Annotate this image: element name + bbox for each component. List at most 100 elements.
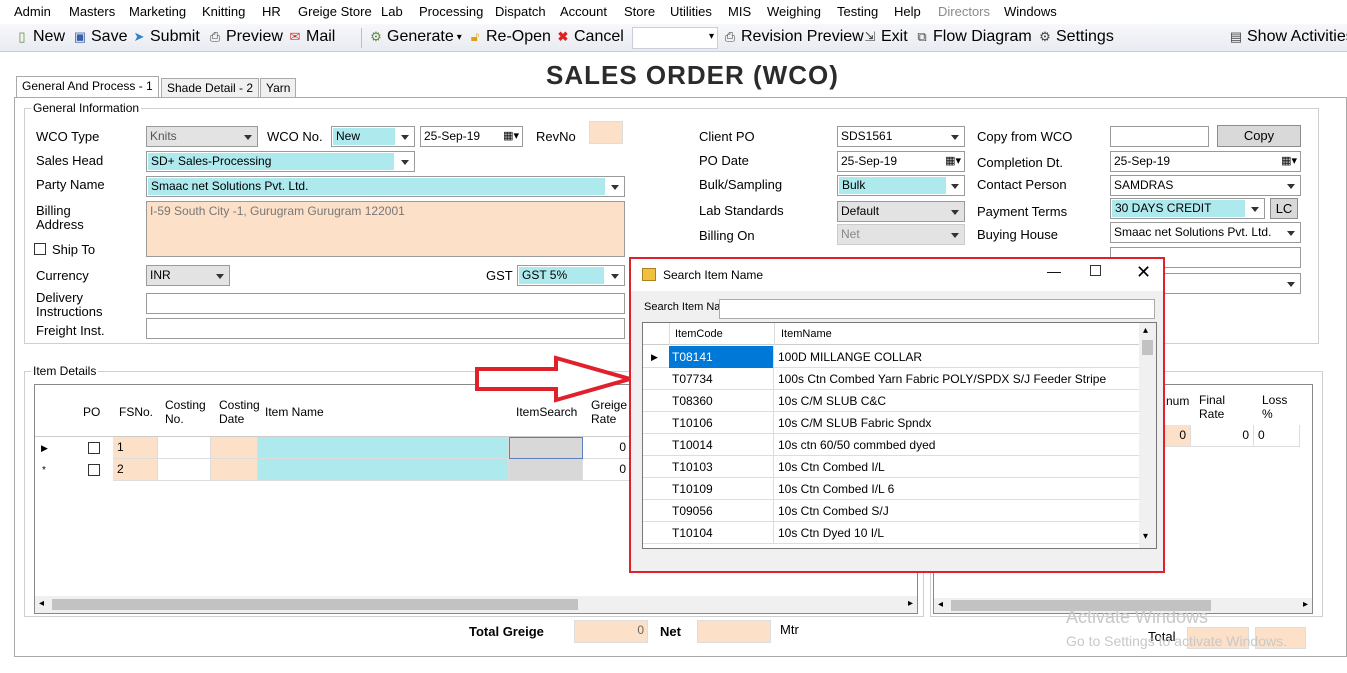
toolbar-combo[interactable]: ▾ (632, 27, 718, 49)
loss-percent-cell[interactable]: 0 (1254, 425, 1300, 447)
net-field[interactable] (697, 620, 771, 643)
menu-windows[interactable]: Windows (1004, 4, 1057, 19)
greige-rate-cell[interactable]: 0 (583, 437, 631, 459)
fsno-cell[interactable]: 2 (113, 459, 158, 481)
currency-select[interactable]: INR (146, 265, 230, 286)
reopen-button[interactable]: 🔓︎ Re-Open (467, 28, 551, 46)
exit-button[interactable]: ⇲ Exit (862, 28, 908, 46)
menu-knitting[interactable]: Knitting (202, 4, 245, 19)
item-name-cell[interactable]: 10s Ctn Combed S/J (775, 500, 1138, 522)
item-search-row[interactable]: T10103 10s Ctn Combed I/L (643, 456, 1139, 478)
settings-button[interactable]: ⚙ Settings (1037, 28, 1114, 46)
minimize-icon[interactable]: — (1047, 263, 1061, 279)
menu-lab[interactable]: Lab (381, 4, 403, 19)
item-code-cell[interactable]: T08360 (669, 390, 774, 412)
ship-to-checkbox[interactable] (34, 243, 46, 255)
scrollbar-thumb[interactable] (1142, 340, 1153, 355)
menu-store[interactable]: Store (624, 4, 655, 19)
preview-button[interactable]: ⎙ Preview (207, 28, 283, 46)
po-checkbox[interactable] (88, 442, 100, 454)
final-rate-cell[interactable]: 0 (1191, 425, 1254, 447)
costing-no-cell[interactable] (158, 459, 211, 481)
menu-mis[interactable]: MIS (728, 4, 751, 19)
cancel-button[interactable]: ✖ Cancel (555, 28, 624, 46)
item-search-scrollbar[interactable]: ▴ ▾ (1139, 323, 1156, 548)
item-name-cell[interactable]: 10s C/M SLUB C&C (775, 390, 1138, 412)
wco-no-select[interactable]: New (331, 126, 415, 147)
item-name-cell[interactable] (258, 437, 509, 459)
gst-select[interactable]: GST 5% (517, 265, 625, 286)
item-name-cell[interactable]: 100s Ctn Combed Yarn Fabric POLY/SPDX S/… (775, 368, 1138, 390)
tab-yarn[interactable]: Yarn (260, 78, 297, 98)
num-cell[interactable]: 0 (1163, 425, 1191, 447)
client-po-select[interactable]: SDS1561 (837, 126, 965, 147)
save-button[interactable]: ▣ Save (72, 28, 128, 46)
item-code-cell[interactable]: T10104 (669, 522, 774, 544)
scrollbar-thumb[interactable] (52, 599, 578, 610)
lc-button[interactable]: LC (1270, 198, 1298, 219)
billing-address-field[interactable]: I-59 South City -1, Gurugram Gurugram 12… (146, 201, 625, 257)
revno-field[interactable] (589, 121, 623, 144)
generate-button[interactable]: ⚙ Generate ▾ (368, 28, 462, 46)
menu-greige-store[interactable]: Greige Store (298, 4, 372, 19)
lab-standards-select[interactable]: Default (837, 201, 965, 222)
po-checkbox[interactable] (88, 464, 100, 476)
delivery-instructions-field[interactable] (146, 293, 625, 314)
maximize-icon[interactable] (1090, 265, 1101, 276)
flow-diagram-button[interactable]: ⧉ Flow Diagram (914, 28, 1031, 46)
fsno-cell[interactable]: 1 (113, 437, 158, 459)
menu-account[interactable]: Account (560, 4, 607, 19)
item-search-row[interactable]: T10109 10s Ctn Combed I/L 6 (643, 478, 1139, 500)
item-code-cell[interactable]: T10103 (669, 456, 774, 478)
billing-on-select[interactable]: Net (837, 224, 965, 245)
menu-marketing[interactable]: Marketing (129, 4, 186, 19)
copy-from-wco-field[interactable] (1110, 126, 1209, 147)
new-button[interactable]: ▯ New (14, 28, 65, 46)
bulk-sampling-select[interactable]: Bulk (837, 175, 965, 196)
contact-person-select[interactable]: SAMDRAS (1110, 175, 1301, 196)
item-grid-scrollbar[interactable]: ◂ ▸ (35, 596, 917, 613)
item-code-cell[interactable]: T10106 (669, 412, 774, 434)
revision-preview-button[interactable]: ⎙ Revision Preview (722, 28, 864, 46)
item-search-cell[interactable] (509, 437, 583, 459)
item-search-row[interactable]: ▶ T08141 100D MILLANGE COLLAR (643, 346, 1139, 368)
party-name-select[interactable]: Smaac net Solutions Pvt. Ltd. (146, 176, 625, 197)
item-name-cell[interactable] (258, 459, 509, 481)
costing-date-cell[interactable] (211, 437, 258, 459)
show-activities-button[interactable]: ▤ Show Activities (1228, 28, 1347, 46)
wco-type-select[interactable]: Knits (146, 126, 258, 147)
item-search-row[interactable]: T08360 10s C/M SLUB C&C (643, 390, 1139, 412)
item-search-row[interactable]: T10106 10s C/M SLUB Fabric Spndx (643, 412, 1139, 434)
buying-house-select[interactable]: Smaac net Solutions Pvt. Ltd. (1110, 222, 1301, 243)
menu-weighing[interactable]: Weighing (767, 4, 821, 19)
col-item-code[interactable]: ItemCode (675, 328, 723, 340)
menu-masters[interactable]: Masters (69, 4, 115, 19)
close-icon[interactable]: ✕ (1136, 262, 1151, 283)
item-name-cell[interactable]: 100D MILLANGE COLLAR (775, 346, 1138, 368)
item-code-cell[interactable]: T08141 (669, 346, 774, 368)
costing-no-cell[interactable] (158, 437, 211, 459)
item-search-row[interactable]: T10104 10s Ctn Dyed 10 I/L (643, 522, 1139, 544)
menu-processing[interactable]: Processing (419, 4, 483, 19)
menu-testing[interactable]: Testing (837, 4, 878, 19)
item-code-cell[interactable]: T09056 (669, 500, 774, 522)
menu-utilities[interactable]: Utilities (670, 4, 712, 19)
freight-inst-field[interactable] (146, 318, 625, 339)
menu-help[interactable]: Help (894, 4, 921, 19)
item-search-row[interactable]: T10014 10s ctn 60/50 commbed dyed (643, 434, 1139, 456)
tab-general-and-process[interactable]: General And Process - 1 (16, 76, 159, 98)
sales-head-select[interactable]: SD+ Sales-Processing (146, 151, 415, 172)
search-item-name-input[interactable] (719, 299, 1155, 319)
item-search-cell[interactable] (509, 459, 583, 481)
item-name-cell[interactable]: 10s Ctn Combed I/L 6 (775, 478, 1138, 500)
item-name-cell[interactable]: 10s Ctn Combed I/L (775, 456, 1138, 478)
menu-dispatch[interactable]: Dispatch (495, 4, 546, 19)
item-code-cell[interactable]: T10014 (669, 434, 774, 456)
item-code-cell[interactable]: T07734 (669, 368, 774, 390)
copy-button[interactable]: Copy (1217, 125, 1301, 147)
total-greige-field[interactable]: 0 (574, 620, 648, 643)
menu-hr[interactable]: HR (262, 4, 281, 19)
item-code-cell[interactable]: T10109 (669, 478, 774, 500)
wco-date-picker[interactable]: 25-Sep-19 ▦▾ (420, 126, 523, 147)
tab-shade-detail[interactable]: Shade Detail - 2 (161, 78, 260, 98)
